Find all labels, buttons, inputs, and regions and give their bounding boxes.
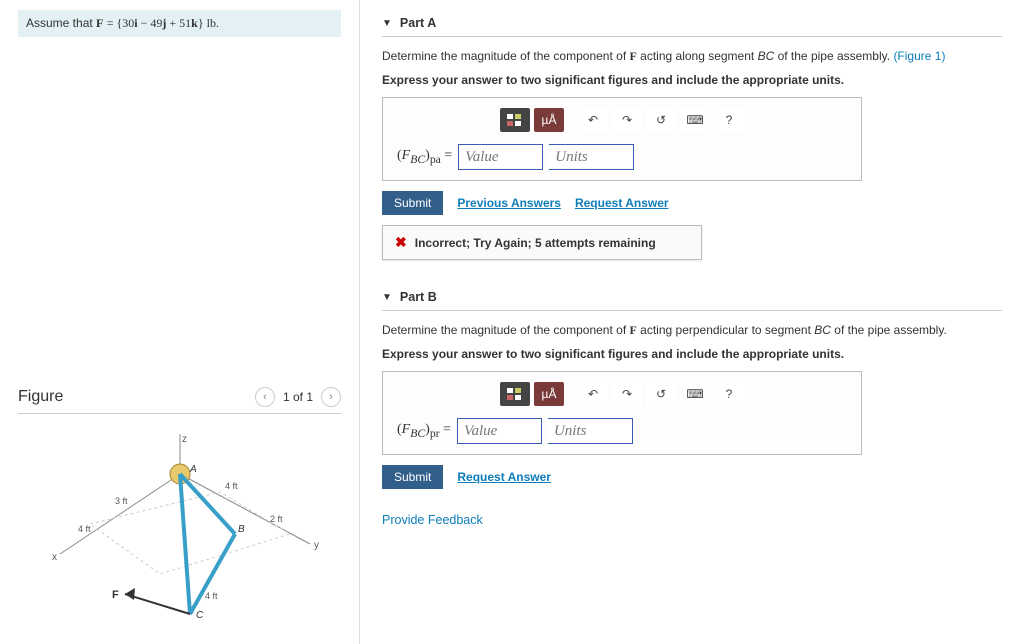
part-a-toolbar: µÅ ↶ ↷ ↺ ⌨ ? xyxy=(397,108,847,132)
figure-link[interactable]: (Figure 1) xyxy=(893,49,945,63)
svg-text:3 ft: 3 ft xyxy=(115,496,128,506)
reset-icon[interactable]: ↺ xyxy=(646,108,676,132)
redo-icon[interactable]: ↷ xyxy=(612,382,642,406)
figure-title: Figure xyxy=(18,388,255,406)
undo-icon[interactable]: ↶ xyxy=(578,108,608,132)
undo-icon[interactable]: ↶ xyxy=(578,382,608,406)
help-icon[interactable]: ? xyxy=(714,382,744,406)
part-b-section: ▼ Part B Determine the magnitude of the … xyxy=(382,284,1002,489)
part-b-prompt: Determine the magnitude of the component… xyxy=(382,321,1002,339)
part-a-instruct: Express your answer to two significant f… xyxy=(382,71,1002,89)
svg-text:2 ft: 2 ft xyxy=(270,514,283,524)
part-a-request-answer[interactable]: Request Answer xyxy=(575,196,669,210)
given-eq: = {30 xyxy=(107,16,135,30)
axis-x-label: x xyxy=(52,552,57,563)
template-icon[interactable] xyxy=(500,382,530,406)
keyboard-icon[interactable]: ⌨ xyxy=(680,108,710,132)
svg-text:B: B xyxy=(238,524,245,535)
figure-pager: ‹ 1 of 1 › xyxy=(255,387,341,407)
svg-text:4 ft: 4 ft xyxy=(225,481,238,491)
provide-feedback-link[interactable]: Provide Feedback xyxy=(382,513,1002,527)
part-a-units-input[interactable] xyxy=(549,144,634,170)
part-a-previous-answers[interactable]: Previous Answers xyxy=(457,196,561,210)
part-a-variable: (FBC)pa = xyxy=(397,148,452,166)
svg-text:F: F xyxy=(112,589,119,601)
part-b-units-input[interactable] xyxy=(548,418,633,444)
pager-prev[interactable]: ‹ xyxy=(255,387,275,407)
part-b-title: Part B xyxy=(400,290,437,304)
given-F: F xyxy=(96,16,103,30)
part-b-header[interactable]: ▼ Part B xyxy=(382,284,1002,311)
part-b-request-answer[interactable]: Request Answer xyxy=(457,470,551,484)
axis-z-label: z xyxy=(182,434,187,445)
symbols-icon[interactable]: µÅ xyxy=(534,382,564,406)
given-prefix: Assume that xyxy=(26,16,96,30)
template-icon[interactable] xyxy=(500,108,530,132)
part-a-header[interactable]: ▼ Part A xyxy=(382,10,1002,37)
part-a-title: Part A xyxy=(400,16,436,30)
keyboard-icon[interactable]: ⌨ xyxy=(680,382,710,406)
svg-text:4 ft: 4 ft xyxy=(205,591,218,601)
part-b-submit-button[interactable]: Submit xyxy=(382,465,443,489)
svg-text:4 ft: 4 ft xyxy=(78,524,91,534)
svg-text:A: A xyxy=(189,464,197,475)
part-a-submit-button[interactable]: Submit xyxy=(382,191,443,215)
caret-down-icon: ▼ xyxy=(382,18,392,29)
part-b-value-input[interactable] xyxy=(457,418,542,444)
help-icon[interactable]: ? xyxy=(714,108,744,132)
figure-diagram: z x y A B C F 3 ft xyxy=(18,434,341,634)
svg-text:C: C xyxy=(196,610,204,621)
part-a-prompt: Determine the magnitude of the component… xyxy=(382,47,1002,65)
pager-next[interactable]: › xyxy=(321,387,341,407)
pager-text: 1 of 1 xyxy=(283,390,313,404)
part-b-variable: (FBC)pr = xyxy=(397,422,451,440)
given-statement: Assume that F = {30i − 49j + 51k} lb. xyxy=(18,10,341,37)
reset-icon[interactable]: ↺ xyxy=(646,382,676,406)
part-a-answer-box: µÅ ↶ ↷ ↺ ⌨ ? (FBC)pa = xyxy=(382,97,862,181)
part-a-value-input[interactable] xyxy=(458,144,543,170)
x-icon: ✖ xyxy=(395,234,407,251)
part-a-section: ▼ Part A Determine the magnitude of the … xyxy=(382,10,1002,260)
caret-down-icon: ▼ xyxy=(382,292,392,303)
part-b-instruct: Express your answer to two significant f… xyxy=(382,345,1002,363)
part-b-answer-box: µÅ ↶ ↷ ↺ ⌨ ? (FBC)pr = xyxy=(382,371,862,455)
part-b-input-row: (FBC)pr = xyxy=(397,418,847,444)
feedback-text: Incorrect; Try Again; 5 attempts remaini… xyxy=(415,236,656,250)
part-a-input-row: (FBC)pa = xyxy=(397,144,847,170)
part-b-toolbar: µÅ ↶ ↷ ↺ ⌨ ? xyxy=(397,382,847,406)
redo-icon[interactable]: ↷ xyxy=(612,108,642,132)
axis-y-label: y xyxy=(314,540,319,551)
symbols-icon[interactable]: µÅ xyxy=(534,108,564,132)
part-a-feedback: ✖ Incorrect; Try Again; 5 attempts remai… xyxy=(382,225,702,260)
